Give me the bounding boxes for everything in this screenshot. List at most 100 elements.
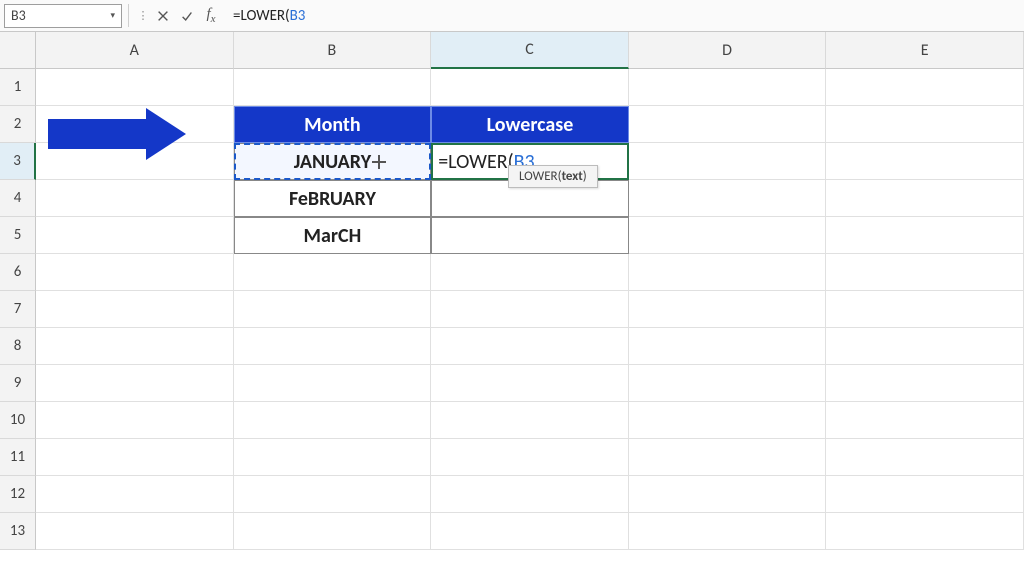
col-header-C[interactable]: C: [431, 32, 629, 69]
cell-A4[interactable]: [36, 180, 234, 217]
row-header-8[interactable]: 8: [0, 328, 36, 365]
row-header-10[interactable]: 10: [0, 402, 36, 439]
select-all-corner[interactable]: [0, 32, 36, 69]
cell-B12[interactable]: [234, 476, 432, 513]
cell-C7[interactable]: [431, 291, 629, 328]
cell-D4[interactable]: [629, 180, 827, 217]
cell-E8[interactable]: [826, 328, 1024, 365]
cell-B4[interactable]: FeBRUARY: [234, 180, 432, 217]
cell-C2-header[interactable]: Lowercase: [431, 106, 629, 143]
cell-E10[interactable]: [826, 402, 1024, 439]
col-header-E[interactable]: E: [826, 32, 1024, 69]
formula-input[interactable]: =LOWER(B3: [223, 7, 1024, 25]
formula-ref: B3: [290, 7, 306, 25]
cell-D13[interactable]: [629, 513, 827, 550]
cell-E12[interactable]: [826, 476, 1024, 513]
cell-D10[interactable]: [629, 402, 827, 439]
cell-C1[interactable]: [431, 69, 629, 106]
cell-E7[interactable]: [826, 291, 1024, 328]
name-box-value: B3: [11, 7, 26, 24]
cell-B9[interactable]: [234, 365, 432, 402]
cell-B11[interactable]: [234, 439, 432, 476]
cell-E4[interactable]: [826, 180, 1024, 217]
cell-E13[interactable]: [826, 513, 1024, 550]
cell-E5[interactable]: [826, 217, 1024, 254]
col-header-A[interactable]: A: [36, 32, 234, 69]
row-header-4[interactable]: 4: [0, 180, 36, 217]
cell-A1[interactable]: [36, 69, 234, 106]
cancel-button[interactable]: [152, 4, 174, 28]
row-header-11[interactable]: 11: [0, 439, 36, 476]
tooltip-close: ): [583, 169, 587, 184]
row-header-7[interactable]: 7: [0, 291, 36, 328]
cell-B2-header[interactable]: Month: [234, 106, 432, 143]
cell-C10[interactable]: [431, 402, 629, 439]
cell-C12[interactable]: [431, 476, 629, 513]
cell-D7[interactable]: [629, 291, 827, 328]
row-header-9[interactable]: 9: [0, 365, 36, 402]
cell-C5[interactable]: [431, 217, 629, 254]
cell-A12[interactable]: [36, 476, 234, 513]
formula-prefix: =LOWER(: [233, 7, 290, 25]
cell-B10[interactable]: [234, 402, 432, 439]
cell-A9[interactable]: [36, 365, 234, 402]
cell-B8[interactable]: [234, 328, 432, 365]
cell-D5[interactable]: [629, 217, 827, 254]
cell-C6[interactable]: [431, 254, 629, 291]
cell-B7[interactable]: [234, 291, 432, 328]
cell-D11[interactable]: [629, 439, 827, 476]
dots-icon: ⋮: [136, 4, 150, 28]
divider: [128, 4, 129, 27]
cell-A5[interactable]: [36, 217, 234, 254]
row-header-12[interactable]: 12: [0, 476, 36, 513]
cell-A11[interactable]: [36, 439, 234, 476]
fx-icon[interactable]: fx: [200, 4, 222, 28]
cell-B5[interactable]: MarCH: [234, 217, 432, 254]
row-header-1[interactable]: 1: [0, 69, 36, 106]
cell-A8[interactable]: [36, 328, 234, 365]
row-header-5[interactable]: 5: [0, 217, 36, 254]
name-box[interactable]: B3 ▾: [4, 4, 122, 28]
function-tooltip: LOWER(text): [508, 165, 598, 188]
chevron-down-icon[interactable]: ▾: [110, 10, 115, 21]
col-header-B[interactable]: B: [234, 32, 432, 69]
enter-button[interactable]: [176, 4, 198, 28]
cell-D1[interactable]: [629, 69, 827, 106]
tooltip-fn: LOWER(: [519, 169, 562, 184]
cell-D2[interactable]: [629, 106, 827, 143]
cell-D3[interactable]: [629, 143, 827, 180]
cell-B6[interactable]: [234, 254, 432, 291]
cell-A6[interactable]: [36, 254, 234, 291]
cell-B3[interactable]: JANUARY: [234, 143, 432, 180]
row-header-13[interactable]: 13: [0, 513, 36, 550]
col-header-D[interactable]: D: [629, 32, 827, 69]
row-header-3[interactable]: 3: [0, 143, 36, 180]
cell-C13[interactable]: [431, 513, 629, 550]
cell-E6[interactable]: [826, 254, 1024, 291]
cell-A2[interactable]: [36, 106, 234, 143]
cell-C9[interactable]: [431, 365, 629, 402]
cell-C3-prefix: =LOWER(: [438, 150, 513, 174]
cell-B13[interactable]: [234, 513, 432, 550]
cell-E3[interactable]: [826, 143, 1024, 180]
cell-C11[interactable]: [431, 439, 629, 476]
cell-B1[interactable]: [234, 69, 432, 106]
row-header-6[interactable]: 6: [0, 254, 36, 291]
cell-A10[interactable]: [36, 402, 234, 439]
cell-C8[interactable]: [431, 328, 629, 365]
cell-A13[interactable]: [36, 513, 234, 550]
cell-E11[interactable]: [826, 439, 1024, 476]
cell-E1[interactable]: [826, 69, 1024, 106]
row-header-2[interactable]: 2: [0, 106, 36, 143]
cell-D8[interactable]: [629, 328, 827, 365]
spreadsheet-grid[interactable]: A B C D E 1 2 Month Lowercase 3 JANUARY …: [0, 32, 1024, 550]
cell-D9[interactable]: [629, 365, 827, 402]
cell-D12[interactable]: [629, 476, 827, 513]
tooltip-arg: text: [562, 169, 583, 184]
cell-D6[interactable]: [629, 254, 827, 291]
cell-E9[interactable]: [826, 365, 1024, 402]
cell-A3[interactable]: [36, 143, 234, 180]
cell-E2[interactable]: [826, 106, 1024, 143]
cross-cursor-icon: [372, 155, 386, 169]
cell-A7[interactable]: [36, 291, 234, 328]
